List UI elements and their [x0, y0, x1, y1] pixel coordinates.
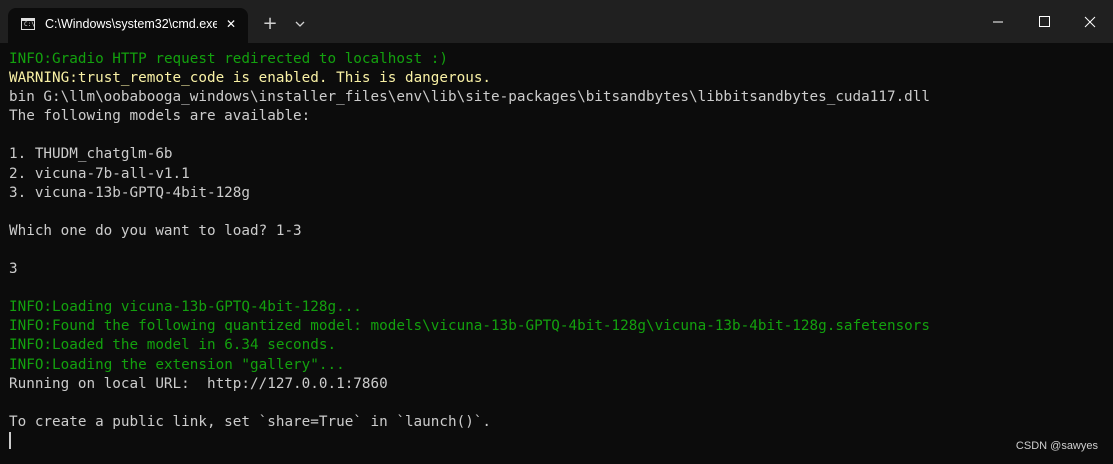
log-level-prefix: INFO:: [9, 337, 53, 354]
line-text: Loaded the model in 6.34 seconds.: [52, 337, 337, 354]
log-level-prefix: INFO:: [9, 356, 53, 373]
terminal-line: 3: [9, 260, 1109, 279]
terminal-window: C:\ C:\Windows\system32\cmd.exe ✕ + INFO…: [0, 0, 1113, 464]
watermark: CSDN @sawyes: [1015, 440, 1098, 452]
line-text: trust_remote_code is enabled. This is da…: [77, 70, 492, 87]
line-text: Gradio HTTP request redirected to localh…: [52, 51, 448, 67]
terminal-line: INFO:Found the following quantized model…: [9, 317, 1109, 336]
log-level-prefix: INFO:: [9, 318, 53, 335]
terminal-line: 2. vicuna-7b-all-v1.1: [9, 165, 1109, 184]
line-text: Which one do you want to load? 1-3: [9, 222, 302, 239]
terminal-line: INFO:Loading vicuna-13b-GPTQ-4bit-128g..…: [9, 298, 1109, 317]
maximize-button[interactable]: [1021, 0, 1067, 43]
line-text: Running on local URL: http://127.0.0.1:7…: [9, 375, 388, 392]
console-icon: C:\: [21, 18, 35, 30]
tab-title: C:\Windows\system32\cmd.exe: [45, 17, 217, 31]
terminal-output[interactable]: INFO:Gradio HTTP request redirected to l…: [9, 50, 1109, 460]
line-text: Loading the extension "gallery"...: [52, 356, 345, 373]
new-tab-button[interactable]: +: [260, 14, 280, 34]
terminal-line: Which one do you want to load? 1-3: [9, 222, 1109, 241]
log-level-prefix: INFO:: [9, 51, 53, 67]
terminal-line: INFO:Gradio HTTP request redirected to l…: [9, 50, 1109, 69]
title-bar[interactable]: C:\ C:\Windows\system32\cmd.exe ✕ +: [0, 0, 1113, 43]
tab-cmd[interactable]: C:\ C:\Windows\system32\cmd.exe ✕: [8, 8, 248, 43]
terminal-line: bin G:\llm\oobabooga_windows\installer_f…: [9, 88, 1109, 107]
terminal-line: INFO:Loading the extension "gallery"...: [9, 356, 1109, 375]
terminal-line: To create a public link, set `share=True…: [9, 413, 1109, 432]
line-text: 1. THUDM_chatglm-6b: [9, 146, 173, 163]
line-text: To create a public link, set `share=True…: [9, 413, 492, 430]
terminal-line: The following models are available:: [9, 107, 1109, 126]
line-text: 2. vicuna-7b-all-v1.1: [9, 165, 190, 182]
chevron-down-icon[interactable]: [290, 14, 310, 34]
terminal-line: WARNING:trust_remote_code is enabled. Th…: [9, 69, 1109, 88]
line-text: 3: [9, 261, 18, 278]
line-text: Loading vicuna-13b-GPTQ-4bit-128g...: [52, 299, 362, 316]
terminal-line: INFO:Loaded the model in 6.34 seconds.: [9, 336, 1109, 355]
line-text: 3. vicuna-13b-GPTQ-4bit-128g: [9, 184, 251, 201]
log-level-prefix: WARNING:: [9, 70, 78, 87]
terminal-line: 3. vicuna-13b-GPTQ-4bit-128g: [9, 184, 1109, 203]
line-text: bin G:\llm\oobabooga_windows\installer_f…: [9, 89, 930, 106]
terminal-line: Running on local URL: http://127.0.0.1:7…: [9, 375, 1109, 394]
close-window-button[interactable]: [1067, 0, 1113, 43]
line-text: The following models are available:: [9, 108, 311, 125]
line-text: Found the following quantized model: mod…: [52, 318, 931, 335]
terminal-line: 1. THUDM_chatglm-6b: [9, 145, 1109, 164]
close-tab-icon[interactable]: ✕: [223, 16, 239, 32]
text-cursor: [9, 432, 11, 449]
log-level-prefix: INFO:: [9, 299, 53, 316]
minimize-button[interactable]: [975, 0, 1021, 43]
